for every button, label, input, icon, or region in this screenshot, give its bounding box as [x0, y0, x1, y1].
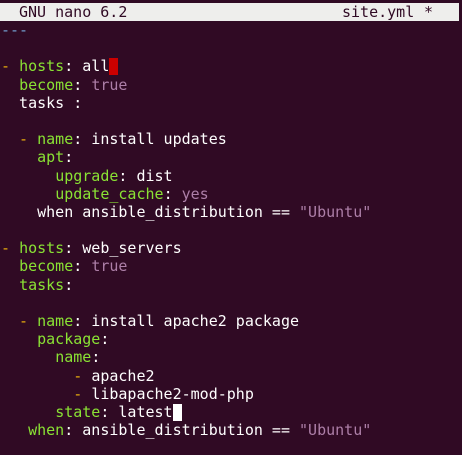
code-line[interactable]: when ansible_distribution == "Ubuntu" [1, 203, 464, 221]
code-token-doc: --- [1, 21, 29, 39]
code-token-plain: when ansible_distribution == [1, 202, 300, 221]
code-token-plain: : [163, 184, 182, 203]
code-line[interactable] [1, 294, 464, 312]
code-token-value: true [91, 257, 128, 276]
code-token-plain: : ansible_distribution == [64, 421, 300, 440]
code-token-plain: libapache2-mod-php [91, 384, 254, 403]
code-token-dash: - [1, 384, 92, 403]
code-token-string: "Ubuntu" [299, 421, 372, 440]
code-token-plain: : dist [118, 166, 173, 185]
code-token-plain: : [73, 75, 92, 94]
code-token-key: apt [37, 148, 65, 167]
code-line[interactable]: become: true [1, 76, 464, 94]
code-token-plain: : install updates [73, 130, 227, 149]
code-line[interactable]: package: [1, 330, 464, 348]
code-token-key: when [28, 421, 65, 440]
editor-version: GNU nano 6.2 [19, 3, 128, 21]
code-token-plain: : [73, 257, 92, 276]
file-name: site.yml [342, 3, 415, 21]
code-token-key: hosts [19, 57, 65, 76]
modified-indicator: * [424, 3, 434, 21]
code-line[interactable]: become: true [1, 257, 464, 275]
code-token-plain: : latest [100, 402, 173, 421]
nano-title-bar: GNU nano 6.2 site.yml * [0, 3, 459, 21]
code-token-value: true [91, 75, 128, 94]
code-token-dash: - [1, 130, 38, 149]
error-cursor [109, 58, 119, 76]
code-token-key: become [19, 257, 74, 276]
code-token-key: hosts [19, 239, 65, 258]
code-token-dash: - [1, 57, 20, 76]
code-token-key: upgrade [55, 166, 119, 185]
code-token-key: become [19, 75, 74, 94]
code-token-plain: : web_servers [64, 239, 182, 258]
code-line[interactable]: - hosts: web_servers [1, 239, 464, 257]
code-token-plain: : [64, 148, 74, 167]
code-line[interactable]: state: latest [1, 403, 464, 421]
code-token-plain: : [100, 330, 110, 349]
code-line[interactable]: apt: [1, 148, 464, 166]
code-line[interactable]: - name: install apache2 package [1, 312, 464, 330]
code-line[interactable]: upgrade: dist [1, 167, 464, 185]
code-token-key: name [55, 348, 92, 367]
text-cursor [172, 403, 182, 421]
code-line[interactable]: when: ansible_distribution == "Ubuntu" [1, 421, 464, 439]
code-token-dash: - [1, 366, 92, 385]
code-token-plain: apache2 [91, 366, 155, 385]
code-line[interactable] [1, 112, 464, 130]
terminal-window[interactable]: GNU nano 6.2 site.yml * --- - hosts: all… [0, 0, 464, 458]
code-line[interactable]: - hosts: all [1, 57, 464, 76]
code-token-plain: : [91, 348, 101, 367]
code-line[interactable]: - apache2 [1, 367, 464, 385]
code-line[interactable]: --- [1, 21, 464, 39]
code-line[interactable] [1, 221, 464, 239]
code-token-plain: : [64, 275, 74, 294]
code-token-plain: tasks : [1, 93, 83, 112]
code-token-dash: - [1, 239, 20, 258]
code-token-key: name [37, 312, 74, 330]
code-line[interactable]: tasks: [1, 276, 464, 294]
code-token-dash: - [1, 312, 38, 330]
code-token-string: "Ubuntu" [299, 202, 372, 221]
code-line[interactable]: name: [1, 348, 464, 366]
code-token-key: state [55, 402, 101, 421]
code-token-plain: : all [64, 57, 110, 76]
code-token-key: package [37, 330, 101, 349]
code-line[interactable] [1, 39, 464, 57]
editor-text-area[interactable]: --- - hosts: all become: true tasks : - … [1, 21, 464, 439]
code-line[interactable]: - libapache2-mod-php [1, 385, 464, 403]
code-line[interactable]: update_cache: yes [1, 185, 464, 203]
code-token-plain: : install apache2 package [73, 312, 300, 330]
code-token-key: name [37, 130, 74, 149]
code-line[interactable]: tasks : [1, 94, 464, 112]
code-token-value: yes [181, 184, 209, 203]
code-token-key: update_cache [55, 184, 164, 203]
code-token-key: tasks [19, 275, 65, 294]
code-line[interactable]: - name: install updates [1, 130, 464, 148]
